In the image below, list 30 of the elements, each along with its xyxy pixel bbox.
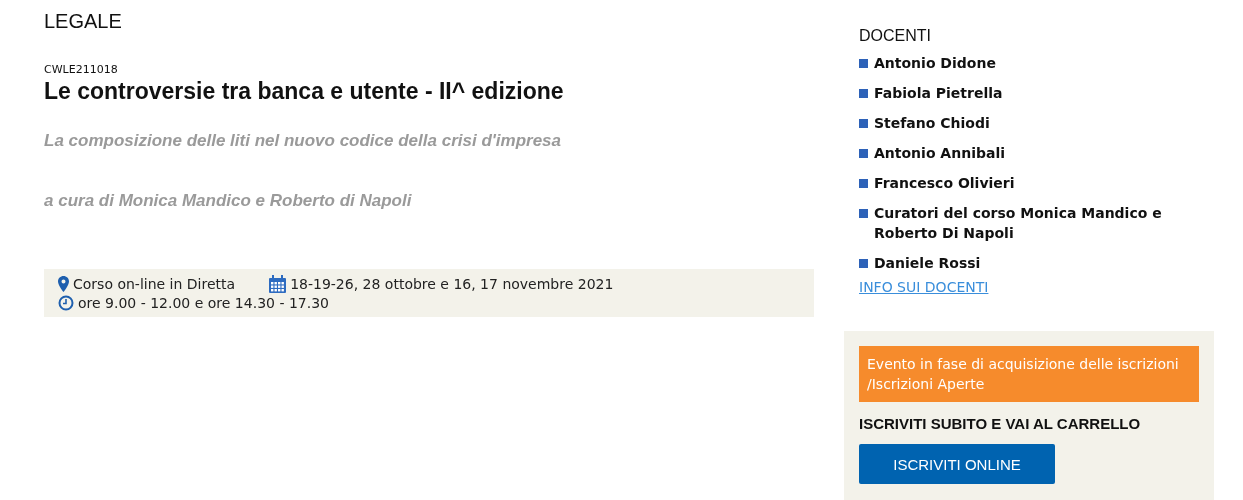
bullet-icon — [859, 259, 868, 268]
clock-icon — [58, 295, 74, 311]
location-text: Corso on-line in Diretta — [73, 276, 236, 292]
teacher-name: Curatori del corso Monica Mandico e Roberto Di Napoli — [874, 204, 1163, 243]
course-title: Le controversie tra banca e utente - II^ edizione — [44, 78, 565, 105]
dates-text: 18-19-26, 28 ottobre e 16, 17 novembre 2021 — [290, 276, 614, 292]
course-curators: a cura di Monica Mandico e Roberto di Napoli — [44, 191, 413, 211]
teachers-heading: DOCENTI — [858, 27, 932, 45]
teacher-name: Francesco Olivieri — [874, 174, 1015, 193]
bullet-icon — [859, 149, 868, 158]
course-subtitle: La composizione delle liti nel nuovo codice della crisi d'impresa — [44, 131, 562, 151]
teachers-info-link[interactable]: INFO SUI DOCENTI — [859, 279, 989, 295]
teacher-name: Stefano Chiodi — [874, 114, 990, 133]
teacher-name: Antonio Didone — [874, 54, 996, 73]
teacher-name: Antonio Annibali — [874, 144, 1005, 163]
bullet-icon — [859, 179, 868, 188]
bullet-icon — [859, 89, 868, 98]
hours-text: ore 9.00 - 12.00 e ore 14.30 - 17.30 — [78, 295, 329, 311]
teacher-name: Daniele Rossi — [874, 254, 981, 273]
registration-heading: ISCRIVITI SUBITO E VAI AL CARRELLO — [859, 415, 1142, 432]
teacher-name: Fabiola Pietrella — [874, 84, 1003, 103]
register-button[interactable]: ISCRIVITI ONLINE — [859, 444, 1055, 484]
course-code: CWLE211018 — [44, 63, 119, 76]
bullet-icon — [859, 209, 868, 218]
bullet-icon — [859, 59, 868, 68]
calendar-icon — [269, 275, 287, 293]
bullet-icon — [859, 119, 868, 128]
section-title: LEGALE — [44, 10, 123, 33]
location-pin-icon — [58, 276, 69, 292]
registration-status: Evento in fase di acquisizione delle iscrizioni /Iscrizioni Aperte — [859, 346, 1199, 402]
